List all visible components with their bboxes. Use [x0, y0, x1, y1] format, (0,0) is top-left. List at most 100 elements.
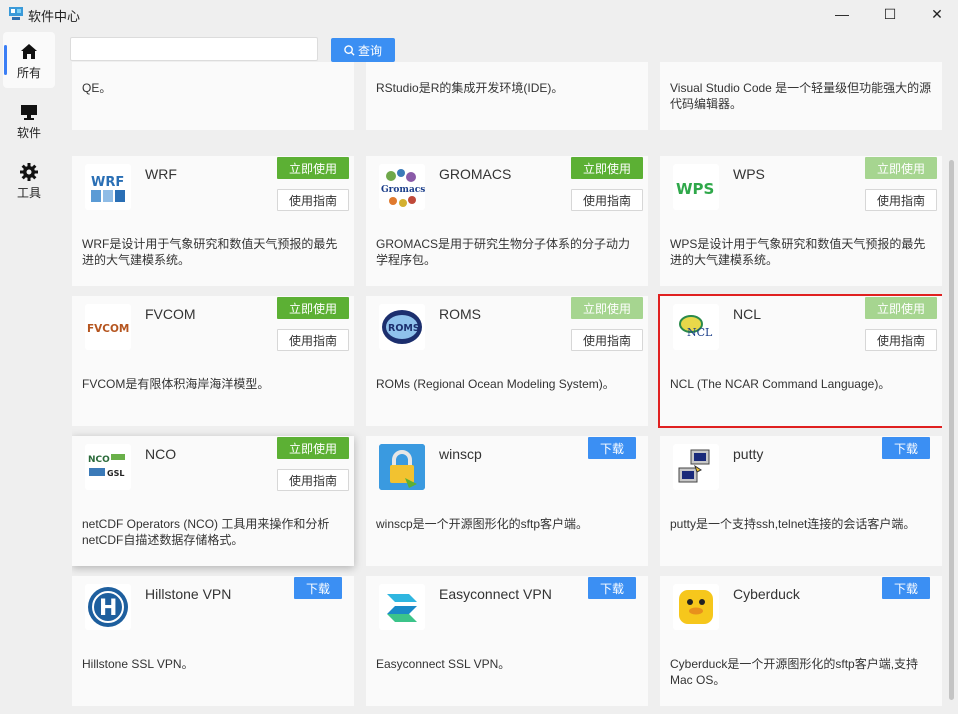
logo-text: NCO — [88, 455, 110, 465]
roms-logo-icon: ROMS — [382, 310, 422, 344]
vertical-scrollbar[interactable] — [949, 160, 954, 700]
card-description: winscp是一个开源图形化的sftp客户端。 — [376, 517, 589, 531]
logo-text: WRF — [91, 175, 124, 190]
use-now-button[interactable]: 立即使用 — [571, 157, 643, 179]
wrf-logo: WRF — [85, 164, 131, 210]
card-description: NCL (The NCAR Command Language)。 — [670, 377, 891, 391]
cyberduck-logo — [673, 584, 719, 630]
search-input[interactable] — [70, 37, 318, 61]
software-card-fvcom: FVCOM FVCOM 立即使用 使用指南 FVCOM是有限体积海岸海洋模型。 — [72, 296, 354, 426]
sidebar-item-all[interactable]: 所有 — [3, 32, 55, 88]
use-now-button[interactable]: 立即使用 — [865, 157, 937, 179]
wrf-logo-icon: WRF — [91, 175, 125, 202]
software-name: Cyberduck — [733, 586, 800, 602]
software-name: WRF — [145, 166, 177, 182]
software-name: WPS — [733, 166, 765, 182]
card-description: Visual Studio Code 是一个轻量级但功能强大的源代码编辑器。 — [670, 81, 932, 111]
search-button-label: 查询 — [357, 43, 382, 58]
ncl-logo-icon: NCL — [679, 315, 713, 339]
close-button[interactable]: ✕ — [927, 4, 947, 24]
software-card-wrf: WRF WRF 立即使用 使用指南 WRF是设计用于气象研究和数值天气预报的最先… — [72, 156, 354, 286]
ncl-logo: NCL — [673, 304, 719, 350]
guide-button[interactable]: 使用指南 — [277, 329, 349, 351]
software-card-putty: putty 下载 putty是一个支持ssh,telnet连接的会话客户端。 — [660, 436, 942, 566]
gear-icon — [20, 163, 38, 181]
card-description: RStudio是R的集成开发环境(IDE)。 — [376, 81, 564, 95]
gromacs-logo-icon: Gromacs — [381, 169, 425, 207]
logo-text: WPS — [676, 180, 714, 198]
card-description: WPS是设计用于气象研究和数值天气预报的最先进的大气建模系统。 — [670, 237, 926, 267]
software-name: ROMS — [439, 306, 481, 322]
guide-button[interactable]: 使用指南 — [277, 189, 349, 211]
card-description: Easyconnect SSL VPN。 — [376, 657, 511, 671]
software-card-winscp: winscp 下载 winscp是一个开源图形化的sftp客户端。 — [366, 436, 648, 566]
software-card-cyberduck: Cyberduck 下载 Cyberduck是一个开源图形化的sftp客户端,支… — [660, 576, 942, 706]
guide-button[interactable]: 使用指南 — [865, 189, 937, 211]
card-description: Cyberduck是一个开源图形化的sftp客户端,支持Mac OS。 — [670, 657, 919, 687]
use-now-button[interactable]: 立即使用 — [277, 437, 349, 459]
software-name: NCL — [733, 306, 762, 322]
software-card-rstudio: 使用指南 RStudio是R的集成开发环境(IDE)。 — [366, 62, 648, 130]
sidebar-item-label: 软件 — [16, 126, 41, 140]
use-now-button[interactable]: 立即使用 — [571, 297, 643, 319]
software-name: Easyconnect VPN — [439, 586, 552, 602]
logo-text: ROMS — [388, 323, 420, 334]
software-card-qe: 使用指南 QE。 — [72, 62, 354, 130]
guide-button[interactable]: 使用指南 — [865, 329, 937, 351]
software-card-roms: ROMS ROMS 立即使用 使用指南 ROMs (Regional Ocean… — [366, 296, 648, 426]
card-description: GROMACS是用于研究生物分子体系的分子动力学程序包。 — [376, 237, 631, 267]
guide-button[interactable]: 使用指南 — [277, 469, 349, 491]
use-now-button[interactable]: 立即使用 — [865, 297, 937, 319]
home-icon — [21, 44, 37, 59]
guide-button[interactable]: 使用指南 — [571, 329, 643, 351]
download-button[interactable]: 下载 — [294, 577, 342, 599]
app-logo-icon — [9, 7, 23, 20]
software-card-nco: NCO GSL NCO 立即使用 使用指南 netCDF Operators (… — [72, 436, 354, 566]
maximize-button[interactable]: ☐ — [880, 4, 900, 24]
sidebar-item-tools[interactable]: 工具 — [3, 152, 55, 208]
search-icon — [344, 44, 355, 56]
wps-logo-icon: WPS — [676, 180, 714, 198]
download-button[interactable]: 下载 — [588, 437, 636, 459]
software-name: GROMACS — [439, 166, 512, 182]
software-card-easyconnect: Easyconnect VPN 下载 Easyconnect SSL VPN。 — [366, 576, 648, 706]
putty-terminal-icon — [678, 449, 710, 483]
hillstone-logo-icon: H — [88, 587, 128, 627]
sidebar: 所有 软件 工具 — [0, 28, 56, 714]
use-now-button[interactable]: 立即使用 — [277, 297, 349, 319]
download-button[interactable]: 下载 — [588, 577, 636, 599]
title-bar: 软件中心 — ☐ ✕ — [0, 0, 958, 28]
download-button[interactable]: 下载 — [882, 577, 930, 599]
software-card-vscode: 使用指南 Visual Studio Code 是一个轻量级但功能强大的源代码编… — [660, 62, 942, 130]
sidebar-item-label: 工具 — [16, 186, 41, 200]
duck-icon — [679, 590, 713, 624]
wps-logo: WPS — [673, 164, 719, 210]
card-description: Hillstone SSL VPN。 — [82, 657, 194, 671]
software-card-gromacs: Gromacs GROMACS 立即使用 使用指南 GROMACS是用于研究生物… — [366, 156, 648, 286]
sidebar-item-software[interactable]: 软件 — [3, 92, 55, 148]
roms-logo: ROMS — [379, 304, 425, 350]
sidebar-item-label: 所有 — [16, 66, 41, 80]
easyconnect-logo — [379, 584, 425, 630]
guide-button[interactable]: 使用指南 — [571, 189, 643, 211]
easyconnect-logo-icon — [387, 594, 417, 622]
nco-logo-icon: NCO GSL — [88, 454, 125, 478]
download-button[interactable]: 下载 — [882, 437, 930, 459]
card-description: QE。 — [82, 81, 112, 95]
monitor-icon — [21, 105, 37, 120]
software-card-ncl: NCL NCL 立即使用 使用指南 NCL (The NCAR Command … — [658, 294, 942, 428]
logo-text: H — [99, 596, 117, 621]
software-name: putty — [733, 446, 764, 462]
use-now-button[interactable]: 立即使用 — [277, 157, 349, 179]
logo-subtext: GSL — [107, 469, 124, 478]
lock-icon — [379, 444, 425, 490]
search-button[interactable]: 查询 — [331, 38, 395, 62]
card-description: netCDF Operators (NCO) 工具用来操作和分析netCDF自描… — [82, 517, 330, 547]
software-name: NCO — [145, 446, 177, 462]
fvcom-logo: FVCOM — [85, 304, 131, 350]
software-name: winscp — [439, 446, 482, 462]
putty-logo — [673, 444, 719, 490]
hillstone-logo: H — [85, 584, 131, 630]
logo-text: NCL — [687, 326, 713, 339]
minimize-button[interactable]: — — [832, 4, 852, 24]
